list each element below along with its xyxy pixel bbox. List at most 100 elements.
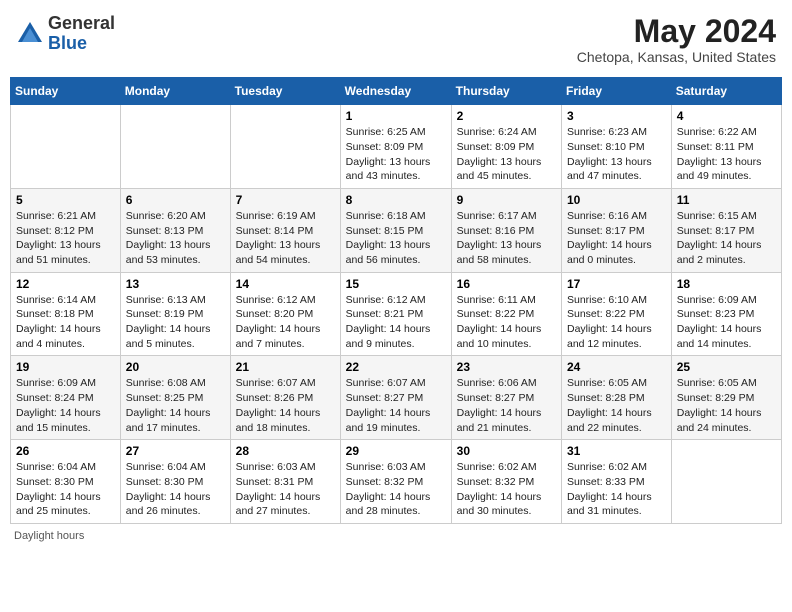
day-info: Sunrise: 6:07 AMSunset: 8:27 PMDaylight:… bbox=[346, 376, 446, 435]
day-number: 4 bbox=[677, 109, 776, 123]
calendar-cell bbox=[11, 105, 121, 189]
calendar-week-row: 12 Sunrise: 6:14 AMSunset: 8:18 PMDayligh… bbox=[11, 272, 782, 356]
calendar-cell: 14 Sunrise: 6:12 AMSunset: 8:20 PMDayligh… bbox=[230, 272, 340, 356]
calendar-day-header: Saturday bbox=[671, 78, 781, 105]
calendar-cell: 20 Sunrise: 6:08 AMSunset: 8:25 PMDayligh… bbox=[120, 356, 230, 440]
day-info: Sunrise: 6:24 AMSunset: 8:09 PMDaylight:… bbox=[457, 125, 556, 184]
day-info: Sunrise: 6:08 AMSunset: 8:25 PMDaylight:… bbox=[126, 376, 225, 435]
day-number: 28 bbox=[236, 444, 335, 458]
calendar-day-header: Wednesday bbox=[340, 78, 451, 105]
day-number: 25 bbox=[677, 360, 776, 374]
day-info: Sunrise: 6:23 AMSunset: 8:10 PMDaylight:… bbox=[567, 125, 666, 184]
day-number: 10 bbox=[567, 193, 666, 207]
day-info: Sunrise: 6:17 AMSunset: 8:16 PMDaylight:… bbox=[457, 209, 556, 268]
calendar-week-row: 26 Sunrise: 6:04 AMSunset: 8:30 PMDayligh… bbox=[11, 440, 782, 524]
day-info: Sunrise: 6:02 AMSunset: 8:32 PMDaylight:… bbox=[457, 460, 556, 519]
calendar-cell: 12 Sunrise: 6:14 AMSunset: 8:18 PMDayligh… bbox=[11, 272, 121, 356]
day-info: Sunrise: 6:16 AMSunset: 8:17 PMDaylight:… bbox=[567, 209, 666, 268]
day-number: 14 bbox=[236, 277, 335, 291]
calendar-cell: 13Sunrise: 6:13 AMSunset: 8:19 PMDayligh… bbox=[120, 272, 230, 356]
calendar-cell: 30 Sunrise: 6:02 AMSunset: 8:32 PMDayligh… bbox=[451, 440, 561, 524]
calendar-cell: 11 Sunrise: 6:15 AMSunset: 8:17 PMDayligh… bbox=[671, 188, 781, 272]
day-info: Sunrise: 6:12 AMSunset: 8:21 PMDaylight:… bbox=[346, 293, 446, 352]
calendar-day-header: Monday bbox=[120, 78, 230, 105]
calendar-cell: 10 Sunrise: 6:16 AMSunset: 8:17 PMDayligh… bbox=[562, 188, 672, 272]
day-info: Sunrise: 6:03 AMSunset: 8:31 PMDaylight:… bbox=[236, 460, 335, 519]
logo-icon bbox=[16, 20, 44, 48]
calendar-cell: 31 Sunrise: 6:02 AMSunset: 8:33 PMDayligh… bbox=[562, 440, 672, 524]
day-number: 3 bbox=[567, 109, 666, 123]
calendar-cell: 8 Sunrise: 6:18 AMSunset: 8:15 PMDaylight… bbox=[340, 188, 451, 272]
day-info: Sunrise: 6:07 AMSunset: 8:26 PMDaylight:… bbox=[236, 376, 335, 435]
calendar-cell: 4 Sunrise: 6:22 AMSunset: 8:11 PMDaylight… bbox=[671, 105, 781, 189]
page-header: General Blue May 2024 Chetopa, Kansas, U… bbox=[10, 10, 782, 69]
day-info: Sunrise: 6:15 AMSunset: 8:17 PMDaylight:… bbox=[677, 209, 776, 268]
day-number: 16 bbox=[457, 277, 556, 291]
location-subtitle: Chetopa, Kansas, United States bbox=[577, 49, 776, 65]
day-number: 19 bbox=[16, 360, 115, 374]
calendar-day-header: Friday bbox=[562, 78, 672, 105]
day-number: 13 bbox=[126, 277, 225, 291]
day-info: Sunrise: 6:02 AMSunset: 8:33 PMDaylight:… bbox=[567, 460, 666, 519]
calendar-week-row: 1 Sunrise: 6:25 AMSunset: 8:09 PMDaylight… bbox=[11, 105, 782, 189]
calendar-cell: 29Sunrise: 6:03 AMSunset: 8:32 PMDayligh… bbox=[340, 440, 451, 524]
logo: General Blue bbox=[16, 14, 115, 54]
day-number: 1 bbox=[346, 109, 446, 123]
calendar-cell: 5 Sunrise: 6:21 AMSunset: 8:12 PMDaylight… bbox=[11, 188, 121, 272]
calendar-cell: 15 Sunrise: 6:12 AMSunset: 8:21 PMDayligh… bbox=[340, 272, 451, 356]
day-info: Sunrise: 6:05 AMSunset: 8:28 PMDaylight:… bbox=[567, 376, 666, 435]
calendar-cell bbox=[671, 440, 781, 524]
day-number: 24 bbox=[567, 360, 666, 374]
day-info: Sunrise: 6:05 AMSunset: 8:29 PMDaylight:… bbox=[677, 376, 776, 435]
day-number: 17 bbox=[567, 277, 666, 291]
day-info: Sunrise: 6:06 AMSunset: 8:27 PMDaylight:… bbox=[457, 376, 556, 435]
daylight-hours-label: Daylight hours bbox=[14, 530, 84, 542]
day-number: 30 bbox=[457, 444, 556, 458]
calendar-cell: 19Sunrise: 6:09 AMSunset: 8:24 PMDayligh… bbox=[11, 356, 121, 440]
day-number: 6 bbox=[126, 193, 225, 207]
calendar-header-row: SundayMondayTuesdayWednesdayThursdayFrid… bbox=[11, 78, 782, 105]
calendar-day-header: Tuesday bbox=[230, 78, 340, 105]
calendar-cell: 6 Sunrise: 6:20 AMSunset: 8:13 PMDaylight… bbox=[120, 188, 230, 272]
calendar-cell: 7Sunrise: 6:19 AMSunset: 8:14 PMDaylight… bbox=[230, 188, 340, 272]
day-number: 31 bbox=[567, 444, 666, 458]
day-info: Sunrise: 6:14 AMSunset: 8:18 PMDaylight:… bbox=[16, 293, 115, 352]
month-year-title: May 2024 bbox=[577, 14, 776, 49]
calendar-cell: 1 Sunrise: 6:25 AMSunset: 8:09 PMDaylight… bbox=[340, 105, 451, 189]
logo-blue-text: Blue bbox=[48, 33, 87, 53]
calendar-cell: 2 Sunrise: 6:24 AMSunset: 8:09 PMDaylight… bbox=[451, 105, 561, 189]
day-info: Sunrise: 6:25 AMSunset: 8:09 PMDaylight:… bbox=[346, 125, 446, 184]
day-info: Sunrise: 6:21 AMSunset: 8:12 PMDaylight:… bbox=[16, 209, 115, 268]
calendar-cell: 25 Sunrise: 6:05 AMSunset: 8:29 PMDayligh… bbox=[671, 356, 781, 440]
day-info: Sunrise: 6:04 AMSunset: 8:30 PMDaylight:… bbox=[16, 460, 115, 519]
calendar-footer: Daylight hours bbox=[10, 530, 782, 542]
day-number: 8 bbox=[346, 193, 446, 207]
calendar-cell bbox=[120, 105, 230, 189]
day-number: 27 bbox=[126, 444, 225, 458]
day-number: 21 bbox=[236, 360, 335, 374]
calendar-table: SundayMondayTuesdayWednesdayThursdayFrid… bbox=[10, 77, 782, 524]
day-number: 5 bbox=[16, 193, 115, 207]
day-number: 15 bbox=[346, 277, 446, 291]
day-info: Sunrise: 6:18 AMSunset: 8:15 PMDaylight:… bbox=[346, 209, 446, 268]
day-number: 12 bbox=[16, 277, 115, 291]
day-number: 26 bbox=[16, 444, 115, 458]
calendar-week-row: 19Sunrise: 6:09 AMSunset: 8:24 PMDayligh… bbox=[11, 356, 782, 440]
calendar-cell: 28 Sunrise: 6:03 AMSunset: 8:31 PMDayligh… bbox=[230, 440, 340, 524]
calendar-cell: 23Sunrise: 6:06 AMSunset: 8:27 PMDayligh… bbox=[451, 356, 561, 440]
day-info: Sunrise: 6:03 AMSunset: 8:32 PMDaylight:… bbox=[346, 460, 446, 519]
day-number: 2 bbox=[457, 109, 556, 123]
calendar-week-row: 5 Sunrise: 6:21 AMSunset: 8:12 PMDaylight… bbox=[11, 188, 782, 272]
calendar-cell: 21 Sunrise: 6:07 AMSunset: 8:26 PMDayligh… bbox=[230, 356, 340, 440]
day-number: 11 bbox=[677, 193, 776, 207]
day-info: Sunrise: 6:12 AMSunset: 8:20 PMDaylight:… bbox=[236, 293, 335, 352]
day-number: 18 bbox=[677, 277, 776, 291]
day-number: 20 bbox=[126, 360, 225, 374]
day-number: 7 bbox=[236, 193, 335, 207]
day-info: Sunrise: 6:20 AMSunset: 8:13 PMDaylight:… bbox=[126, 209, 225, 268]
calendar-cell bbox=[230, 105, 340, 189]
day-number: 22 bbox=[346, 360, 446, 374]
day-info: Sunrise: 6:22 AMSunset: 8:11 PMDaylight:… bbox=[677, 125, 776, 184]
day-info: Sunrise: 6:09 AMSunset: 8:23 PMDaylight:… bbox=[677, 293, 776, 352]
calendar-cell: 18 Sunrise: 6:09 AMSunset: 8:23 PMDayligh… bbox=[671, 272, 781, 356]
